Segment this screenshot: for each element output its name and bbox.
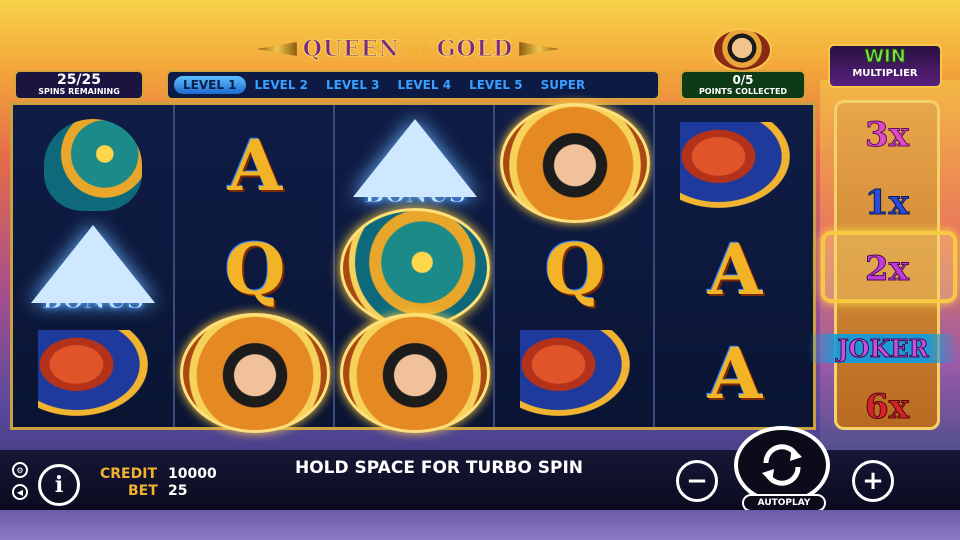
level-4: LEVEL 4: [397, 78, 452, 92]
bet-minus-button[interactable]: −: [676, 460, 718, 502]
multiplier-1x: 1x: [865, 183, 910, 224]
queen-symbol: [339, 313, 491, 433]
points-count: 0/5: [732, 73, 754, 87]
queen-medallion-icon: [500, 103, 650, 223]
reel-4: Q: [493, 103, 653, 427]
reel-5: A A: [653, 105, 813, 427]
points-collected-panel: 0/5 POINTS COLLECTED: [680, 70, 806, 100]
horus-symbol: [31, 115, 155, 215]
win-label: WIN: [864, 46, 907, 68]
reel-2: A Q: [173, 105, 333, 433]
info-button[interactable]: i: [38, 464, 80, 506]
game-title: QUEEN of GOLD: [238, 32, 578, 66]
spins-label: SPINS REMAINING: [38, 87, 120, 96]
level-bar: LEVEL 1 LEVEL 2 LEVEL 3 LEVEL 4 LEVEL 5 …: [166, 70, 660, 100]
multiplier-6x: 6x: [865, 387, 910, 428]
spin-arrows-icon: [762, 444, 802, 486]
bonus-symbol: BONUS: [21, 217, 165, 321]
spins-count: 25/25: [56, 72, 102, 88]
level-3: LEVEL 3: [326, 78, 380, 92]
anubis-symbol: [513, 323, 637, 423]
anubis-icon: [38, 330, 148, 416]
letter-a-symbol: A: [707, 331, 763, 415]
anubis-symbol: [673, 115, 797, 215]
points-label: POINTS COLLECTED: [698, 87, 788, 96]
multiplier-2x: 2x: [865, 249, 910, 290]
win-multiplier-badge: WIN MULTIPLIER: [828, 44, 942, 88]
multiplier-3x: 3x: [865, 115, 910, 156]
letter-a-symbol: A: [707, 227, 763, 311]
background-floor: [0, 510, 960, 540]
queen-medallion-icon: [180, 313, 330, 433]
bet-label: BET: [128, 483, 158, 499]
multiplier-joker: JOKER: [808, 334, 958, 364]
multiplier-column: 3x 1x 2x 6x: [821, 100, 957, 430]
horus-highlighted-symbol: [339, 208, 491, 328]
queen-symbol: [499, 103, 651, 223]
letter-q-symbol: Q: [224, 227, 286, 311]
reel-1: BONUS: [13, 105, 173, 427]
level-5: LEVEL 5: [469, 78, 523, 92]
settings-icon[interactable]: ⚙: [12, 462, 28, 478]
anubis-icon: [520, 330, 630, 416]
anubis-symbol: [31, 323, 155, 423]
spins-remaining-panel: 25/25 SPINS REMAINING: [14, 70, 144, 100]
level-super: SUPER: [540, 78, 586, 92]
queen-symbol: [179, 313, 331, 433]
pyramid-icon: [353, 118, 477, 197]
horus-icon: [44, 119, 142, 211]
bonus-symbol: BONUS: [343, 111, 487, 215]
spin-button[interactable]: [734, 426, 830, 504]
letter-a-symbol: A: [227, 123, 283, 207]
credit-label: CREDIT: [100, 466, 157, 482]
queen-portrait-icon: [712, 28, 772, 72]
horus-medallion-icon: [340, 208, 490, 328]
pyramid-icon: [31, 224, 155, 303]
reel-grid: BONUS A Q BONUS Q A A: [10, 102, 816, 433]
level-2: LEVEL 2: [254, 78, 309, 92]
credit-value: 10000: [168, 466, 217, 482]
anubis-icon: [680, 122, 790, 208]
sound-icon[interactable]: ◀: [12, 484, 28, 500]
multiplier-label: MULTIPLIER: [852, 68, 918, 79]
title-wing-left-icon: [256, 42, 297, 56]
bet-value: 25: [168, 483, 188, 499]
level-1: LEVEL 1: [174, 76, 246, 94]
queen-medallion-icon: [340, 313, 490, 433]
reel-3: BONUS: [333, 105, 493, 433]
bet-plus-button[interactable]: +: [852, 460, 894, 502]
title-wing-right-icon: [519, 42, 560, 56]
letter-q-symbol: Q: [544, 227, 606, 311]
title-text: QUEEN of GOLD: [302, 36, 514, 63]
turbo-spin-hint: HOLD SPACE FOR TURBO SPIN: [295, 458, 583, 478]
